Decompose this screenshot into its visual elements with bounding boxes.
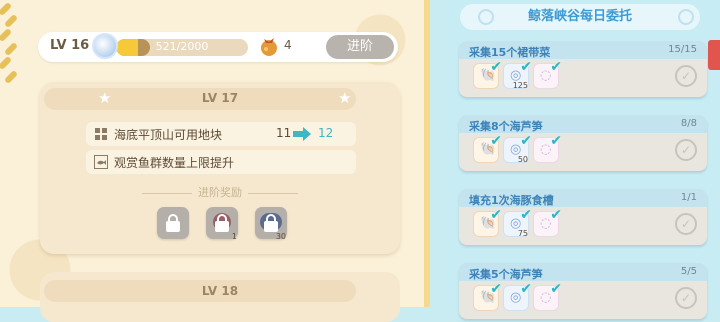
item-quantity: 125 [512, 81, 528, 90]
pouch-count: 4 [284, 38, 292, 52]
check-icon: ✔ [550, 207, 562, 223]
perk-to-value: 12 [318, 126, 334, 140]
pouch-item-icon: 🐚 ✔ [473, 281, 502, 311]
perk-row: 海底平顶山可用地块 11 12 [86, 122, 356, 146]
pearl-item-icon: ◌ ✔ [533, 281, 562, 311]
check-icon: ✔ [490, 59, 502, 75]
task-name: 采集5个海芦笋 [469, 268, 543, 281]
task-progress: 15/15 [668, 44, 697, 55]
completed-check-icon[interactable]: ✓ [675, 287, 697, 309]
side-tab[interactable] [708, 40, 720, 70]
item-quantity: 75 [517, 229, 528, 238]
perk-row: 观赏鱼群数量上限提升 [86, 150, 356, 174]
xp-text: 521/2000 [155, 40, 209, 53]
reward-quantity: 30 [275, 232, 286, 241]
pearl-item-icon: ◌ ✔ [533, 207, 562, 237]
arrow-right-icon [293, 127, 311, 141]
commission-task[interactable]: 采集15个裙带菜 15/15 🐚 ✔ ◎ ✔ 125 ◌ ✔ ✓ [459, 41, 707, 97]
pouch-item-icon: 🐚 ✔ [473, 59, 502, 89]
check-icon: ✔ [550, 59, 562, 75]
commission-task[interactable]: 采集5个海芦笋 5/5 🐚 ✔ ◎ ✔ ◌ ✔ ✓ [459, 263, 707, 319]
shell-item-icon: ◎ ✔ 75 [503, 207, 532, 238]
shell-item-icon: ◎ ✔ [503, 281, 532, 311]
perk-text: 海底平顶山可用地块 [114, 128, 223, 142]
check-icon: ✔ [520, 133, 532, 149]
reward-quantity: 1 [231, 232, 237, 241]
level-card-title: LV 17 [201, 91, 239, 105]
commission-panel-title: 鲸落峡谷每日委托 [460, 4, 700, 30]
pouch-item-icon: 🐚 ✔ [473, 133, 502, 163]
pouch-icon [261, 38, 277, 56]
completed-check-icon[interactable]: ✓ [675, 213, 697, 235]
task-progress: 8/8 [680, 118, 697, 129]
check-icon: ✔ [520, 59, 532, 75]
check-icon: ✔ [490, 281, 502, 297]
task-progress: 5/5 [680, 266, 697, 277]
task-header: 采集8个海芦笋 8/8 [459, 115, 707, 133]
shell-item-icon: ◎ ✔ 125 [503, 59, 532, 90]
task-header: 采集5个海芦笋 5/5 [459, 263, 707, 281]
reward-slot[interactable]: 1 [206, 207, 238, 241]
check-icon: ✔ [520, 207, 532, 223]
item-quantity: 50 [517, 155, 528, 164]
next-level-card-title: LV 18 [201, 284, 239, 298]
xp-progress-bar: 521/2000 [116, 39, 248, 56]
task-header: 填充1次海豚食槽 1/1 [459, 189, 707, 207]
current-level: LV 16 [50, 38, 90, 53]
task-name: 采集8个海芦笋 [469, 120, 543, 133]
completed-check-icon[interactable]: ✓ [675, 65, 697, 87]
grid-icon [95, 128, 107, 140]
check-icon: ✔ [550, 133, 562, 149]
check-icon: ✔ [550, 281, 562, 297]
completed-check-icon[interactable]: ✓ [675, 139, 697, 161]
perk-from-value: 11 [276, 126, 292, 140]
advance-button[interactable]: 进阶 [324, 33, 396, 61]
check-icon: ✔ [490, 207, 502, 223]
task-name: 采集15个裙带菜 [469, 46, 551, 59]
commission-task[interactable]: 填充1次海豚食槽 1/1 🐚 ✔ ◎ ✔ 75 ◌ ✔ ✓ [459, 189, 707, 245]
reward-slot[interactable] [157, 207, 189, 239]
fish-icon [94, 155, 108, 169]
pouch-item-icon: 🐚 ✔ [473, 207, 502, 237]
reward-label: 进阶奖励 [0, 184, 440, 200]
lock-icon [157, 207, 189, 239]
pearl-item-icon: ◌ ✔ [533, 59, 562, 89]
shell-icon [92, 33, 118, 59]
commission-task[interactable]: 采集8个海芦笋 8/8 🐚 ✔ ◎ ✔ 50 ◌ ✔ ✓ [459, 115, 707, 171]
task-header: 采集15个裙带菜 15/15 [459, 41, 707, 59]
pearl-item-icon: ◌ ✔ [533, 133, 562, 163]
reward-slot[interactable]: 30 [255, 207, 287, 241]
check-icon: ✔ [520, 281, 532, 297]
shell-icon [678, 9, 694, 25]
task-name: 填充1次海豚食槽 [469, 194, 554, 207]
rope-decoration [0, 0, 28, 95]
shell-icon [478, 9, 494, 25]
shell-item-icon: ◎ ✔ 50 [503, 133, 532, 164]
check-icon: ✔ [490, 133, 502, 149]
perk-text: 观赏鱼群数量上限提升 [114, 156, 235, 170]
task-progress: 1/1 [680, 192, 697, 203]
